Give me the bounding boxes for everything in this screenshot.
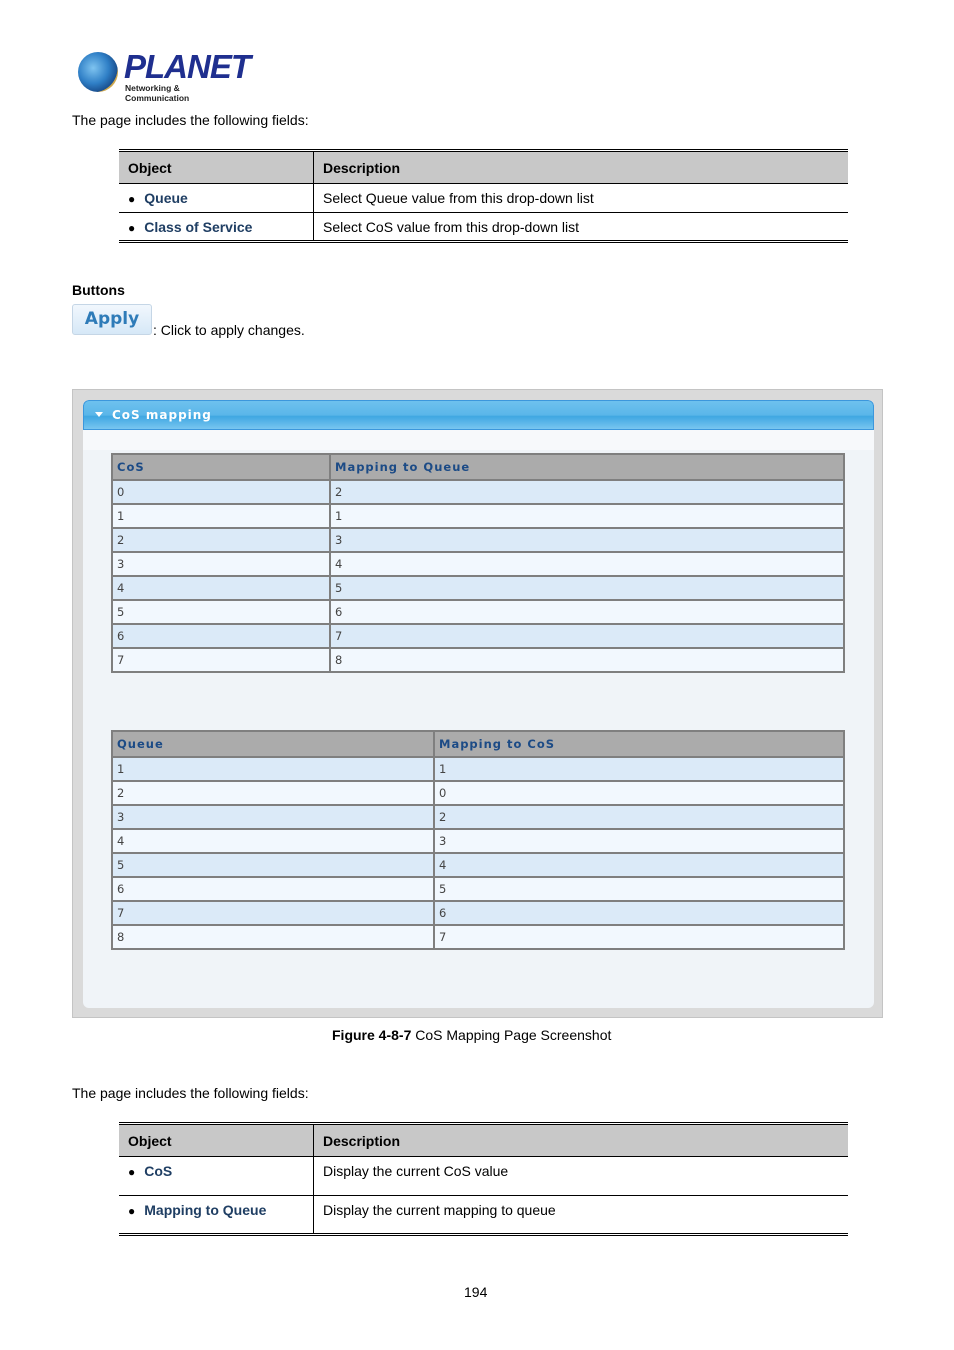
cos-value: 1 xyxy=(111,504,331,529)
figure-label: Figure 4-8-7 xyxy=(332,1027,412,1043)
cos-value: 5 xyxy=(111,600,331,625)
cos-value: 6 xyxy=(111,624,331,649)
figure-text: CoS Mapping Page Screenshot xyxy=(411,1027,612,1043)
object-description: Display the current CoS value xyxy=(313,1156,848,1196)
header-cos: CoS xyxy=(111,454,331,481)
header-object: Object xyxy=(119,150,314,184)
queue-value: 8 xyxy=(111,925,435,950)
cos-value: 2 xyxy=(433,805,845,830)
table-row: 34 xyxy=(111,552,845,577)
table-row: 65 xyxy=(111,877,845,902)
header-queue: Queue xyxy=(111,731,435,758)
queue-value: 3 xyxy=(329,528,845,553)
queue-value: 3 xyxy=(111,805,435,830)
panel-header[interactable]: CoS mapping xyxy=(83,400,874,430)
table-row: 43 xyxy=(111,829,845,854)
table-row: 11 xyxy=(111,504,845,529)
cos-mapping-panel: CoS mapping CoS Mapping to Queue 0211233… xyxy=(83,400,874,1008)
cos-value: 0 xyxy=(111,480,331,505)
table-row: 87 xyxy=(111,925,845,950)
object-description: Select CoS value from this drop-down lis… xyxy=(323,218,579,235)
table-row: 23 xyxy=(111,528,845,553)
queue-value: 4 xyxy=(111,829,435,854)
cos-value: 4 xyxy=(433,853,845,878)
cos-value: 3 xyxy=(433,829,845,854)
bullet-icon: ● xyxy=(128,1165,136,1179)
cos-value: 5 xyxy=(433,877,845,902)
fields-table-2: Object Description ● CoS Display the curr… xyxy=(119,1122,848,1236)
logo-tagline: Networking & Communication xyxy=(125,83,190,103)
cos-value: 2 xyxy=(111,528,331,553)
cos-value: 3 xyxy=(111,552,331,577)
object-description: Display the current mapping to queue xyxy=(323,1202,556,1218)
table-row: 02 xyxy=(111,480,845,505)
planet-logo: PLANET Networking & Communication xyxy=(78,48,251,103)
table-row: 32 xyxy=(111,805,845,830)
header-mapping-to-queue: Mapping to Queue xyxy=(329,454,845,481)
queue-value: 6 xyxy=(111,877,435,902)
cos-value: 0 xyxy=(433,781,845,806)
table-row: 45 xyxy=(111,576,845,601)
collapse-triangle-icon[interactable] xyxy=(95,412,103,417)
object-name: Mapping to Queue xyxy=(144,1202,267,1218)
queue-value: 5 xyxy=(111,853,435,878)
table-row: ● Class of Service Select CoS value from … xyxy=(119,212,848,242)
cos-value: 7 xyxy=(433,925,845,950)
queue-value: 1 xyxy=(111,757,435,782)
globe-icon xyxy=(78,52,118,92)
header-description: Description xyxy=(313,150,848,184)
cos-value: 6 xyxy=(433,901,845,926)
queue-value: 2 xyxy=(329,480,845,505)
fields-table-1: Object Description ● Queue Select Queue v… xyxy=(119,149,848,243)
object-name: CoS xyxy=(144,1163,173,1179)
queue-value: 2 xyxy=(111,781,435,806)
object-description: Select Queue value from this drop-down l… xyxy=(313,183,848,213)
table-row: ● Queue Select Queue value from this drop… xyxy=(119,183,848,213)
figure-caption: Figure 4-8-7 CoS Mapping Page Screenshot xyxy=(332,1027,611,1043)
queue-value: 6 xyxy=(329,600,845,625)
queue-value: 7 xyxy=(329,624,845,649)
intro-text-2: The page includes the following fields: xyxy=(72,1085,309,1101)
buttons-heading: Buttons xyxy=(72,282,125,298)
bullet-icon: ● xyxy=(128,1204,136,1218)
table-row: ● CoS Display the current CoS value xyxy=(119,1156,848,1196)
panel-title: CoS mapping xyxy=(112,408,212,422)
queue-value: 1 xyxy=(329,504,845,529)
queue-value: 8 xyxy=(329,648,845,673)
header-object: Object xyxy=(119,1123,314,1157)
queue-value: 5 xyxy=(329,576,845,601)
table-row: 54 xyxy=(111,853,845,878)
page-number: 194 xyxy=(464,1284,488,1300)
apply-description: : Click to apply changes. xyxy=(153,322,305,338)
object-name: Class of Service xyxy=(144,218,253,235)
header-mapping-to-cos: Mapping to CoS xyxy=(433,731,845,758)
queue-to-cos-table: Queue Mapping to CoS 1120324354657687 xyxy=(111,730,845,950)
table-row: 11 xyxy=(111,757,845,782)
header-description: Description xyxy=(313,1123,848,1157)
queue-value: 7 xyxy=(111,901,435,926)
screenshot-frame: CoS mapping CoS Mapping to Queue 0211233… xyxy=(72,389,883,1018)
cos-value: 4 xyxy=(111,576,331,601)
table-row: 67 xyxy=(111,624,845,649)
table-row: 20 xyxy=(111,781,845,806)
apply-button[interactable]: Apply xyxy=(72,304,152,335)
table-row: 78 xyxy=(111,648,845,673)
queue-value: 4 xyxy=(329,552,845,577)
cos-to-queue-table: CoS Mapping to Queue 0211233445566778 xyxy=(111,453,845,673)
intro-text-1: The page includes the following fields: xyxy=(72,112,309,128)
logo-brand: PLANET xyxy=(124,48,251,85)
bullet-icon: ● xyxy=(128,192,136,206)
table-row: ● Mapping to Queue Display the current ma… xyxy=(119,1195,848,1235)
object-name: Queue xyxy=(144,190,188,206)
cos-value: 7 xyxy=(111,648,331,673)
table-row: 56 xyxy=(111,600,845,625)
bullet-icon: ● xyxy=(128,220,136,235)
table-row: 76 xyxy=(111,901,845,926)
cos-value: 1 xyxy=(433,757,845,782)
